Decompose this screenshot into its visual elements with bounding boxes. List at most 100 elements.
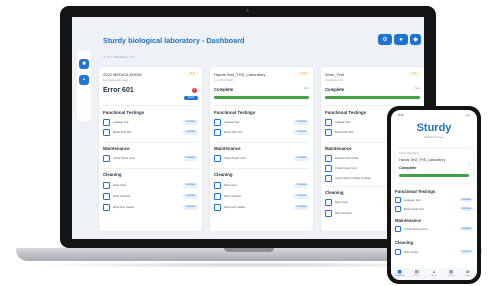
brand-logo: Sturdy xyxy=(416,122,452,134)
breadcrumb[interactable]: ‹ 1 of 3 › Showing 1 of 3 xyxy=(102,55,134,59)
detail-button[interactable]: Detail xyxy=(184,96,198,100)
section-title: Cleaning xyxy=(214,172,233,177)
progress-fill xyxy=(214,96,309,99)
complete-button[interactable]: Complete xyxy=(294,194,309,199)
divider xyxy=(103,142,198,143)
section-title: Functional Testings xyxy=(325,110,367,115)
section-title: Maintenance xyxy=(395,218,422,223)
progress-bar xyxy=(325,96,420,99)
task-label: Wipe Chamber xyxy=(335,211,353,215)
home-icon[interactable]: ■ xyxy=(79,59,89,69)
gear-icon[interactable]: ⚙ xyxy=(378,34,392,45)
task-label: Replace Drain Strain xyxy=(335,156,359,160)
task-label: Check Outlet of Water & Steam xyxy=(335,176,372,180)
complete-button[interactable]: Complete xyxy=(294,205,309,210)
site-name: Hands Test_THS_Laboratory xyxy=(399,158,446,162)
complete-button[interactable]: Complete xyxy=(183,130,198,135)
nav-label: Dashboard xyxy=(394,275,405,277)
sidebar: ■ ▪ xyxy=(77,51,91,121)
nav-label: Alerts xyxy=(431,275,437,277)
task-row: Wipe Outer Complete xyxy=(395,248,473,256)
task-label: Leakage Test xyxy=(224,120,240,124)
device-icon[interactable]: ▪ xyxy=(79,75,89,85)
bowie-dick-icon xyxy=(325,129,332,136)
nav-logout[interactable]: ▶ Logout xyxy=(462,269,474,279)
section-title: Maintenance xyxy=(214,146,241,151)
complete-button[interactable]: Complete xyxy=(294,183,309,188)
section-title: Functional Testings xyxy=(214,110,256,115)
phone-status-bar: 9:41 ▪▪ ▪ xyxy=(398,113,470,117)
wipe-icon xyxy=(103,182,110,189)
laptop-screen: Sturdy biological laboratory - Dashboard… xyxy=(72,17,424,239)
task-label: Bowie-Dick Test xyxy=(224,130,243,134)
status-text: Complete xyxy=(399,166,417,170)
wipe-icon xyxy=(214,204,221,211)
task-row: Check Power Cord Complete xyxy=(214,154,309,163)
complete-button[interactable]: Complete xyxy=(183,183,198,188)
leakage-test-icon xyxy=(103,119,110,126)
card-title: Hands Test_THS_Laboratory xyxy=(214,72,266,77)
task-row: Leakage Test Complete xyxy=(214,118,309,127)
complete-button[interactable]: Complete xyxy=(183,205,198,210)
nav-alerts[interactable]: ▲ Alerts xyxy=(428,269,440,279)
status-date: Now xyxy=(414,87,420,90)
task-row: Leakage Test Complete xyxy=(395,196,473,204)
leakage-test-icon xyxy=(214,119,221,126)
task-label: Wipe Outer xyxy=(113,183,127,187)
chevron-right-icon[interactable]: › xyxy=(468,162,470,168)
site-card[interactable]: Select Site Name Hands Test_THS_Laborato… xyxy=(395,149,473,183)
task-label: Wipe Chamber xyxy=(224,194,242,198)
steam-outlet-icon xyxy=(325,175,332,182)
device-card[interactable]: Hands Test_THS_Laboratory 1.1 kW 60 MHz … xyxy=(210,67,313,231)
camera-icon xyxy=(246,9,249,12)
task-label: Wipe Chamber xyxy=(113,194,131,198)
power-cord-icon xyxy=(214,155,221,162)
complete-button[interactable]: Complete xyxy=(294,120,309,125)
card-subtitle: Completed 11m ago xyxy=(103,78,128,82)
complete-button[interactable]: Complete xyxy=(460,206,473,211)
device-card[interactable]: 2022 MEDICA SHOW Completed 11m ago 4.4 E… xyxy=(99,67,202,231)
complete-button[interactable]: Complete xyxy=(183,156,198,161)
status-text: Complete xyxy=(214,87,234,92)
section-title: Cleaning xyxy=(395,240,414,245)
task-row: Wipe Door Gasket Complete xyxy=(103,203,198,212)
task-row: Bowie-Dick Test Complete xyxy=(214,128,309,137)
progress-fill xyxy=(399,174,469,177)
nav-label: Settings xyxy=(447,275,455,277)
wipe-icon xyxy=(214,182,221,189)
wipe-icon xyxy=(103,193,110,200)
user-icon[interactable]: ◆ xyxy=(410,34,421,45)
card-title: 2022 MEDICA SHOW xyxy=(103,72,142,77)
error-icon: ! xyxy=(192,88,197,93)
status-date: Now xyxy=(303,87,309,90)
bell-icon[interactable]: ● xyxy=(394,34,408,45)
status-badge: 4.4 xyxy=(298,72,309,76)
complete-button[interactable]: Complete xyxy=(294,130,309,135)
nav-devices[interactable]: ▤ Devices xyxy=(411,269,423,279)
task-label: Wipe Door Gasket xyxy=(113,205,135,209)
status-badge: 4.4 xyxy=(409,72,420,76)
complete-button[interactable]: Complete xyxy=(460,249,473,254)
section-title: Maintenance xyxy=(103,146,130,151)
complete-button[interactable]: Complete xyxy=(294,156,309,161)
phone-screen: 9:41 ▪▪ ▪ Sturdy Medical Group Select Sit… xyxy=(391,110,477,280)
complete-button[interactable]: Complete xyxy=(460,226,473,231)
wipe-icon xyxy=(214,193,221,200)
complete-button[interactable]: Complete xyxy=(460,197,473,202)
complete-button[interactable]: Complete xyxy=(183,194,198,199)
task-row: Wipe Chamber Complete xyxy=(103,192,198,201)
task-label: Leakage Test xyxy=(404,198,421,202)
complete-button[interactable]: Complete xyxy=(183,120,198,125)
nav-settings[interactable]: ▣ Settings xyxy=(445,269,457,279)
section-title: Maintenance xyxy=(325,146,352,151)
progress-fill xyxy=(325,96,420,99)
status-text: Complete xyxy=(325,87,345,92)
task-label: Leakage Test xyxy=(335,120,351,124)
nav-dashboard[interactable]: ▦ Dashboard xyxy=(394,269,406,279)
divider xyxy=(214,105,309,106)
task-label: Bowie-Dick Test xyxy=(404,207,424,211)
bowie-dick-icon xyxy=(395,206,401,212)
power-cord-icon xyxy=(325,165,332,172)
task-label: Wipe Door Gasket xyxy=(224,205,246,209)
laptop-notch xyxy=(224,248,274,252)
